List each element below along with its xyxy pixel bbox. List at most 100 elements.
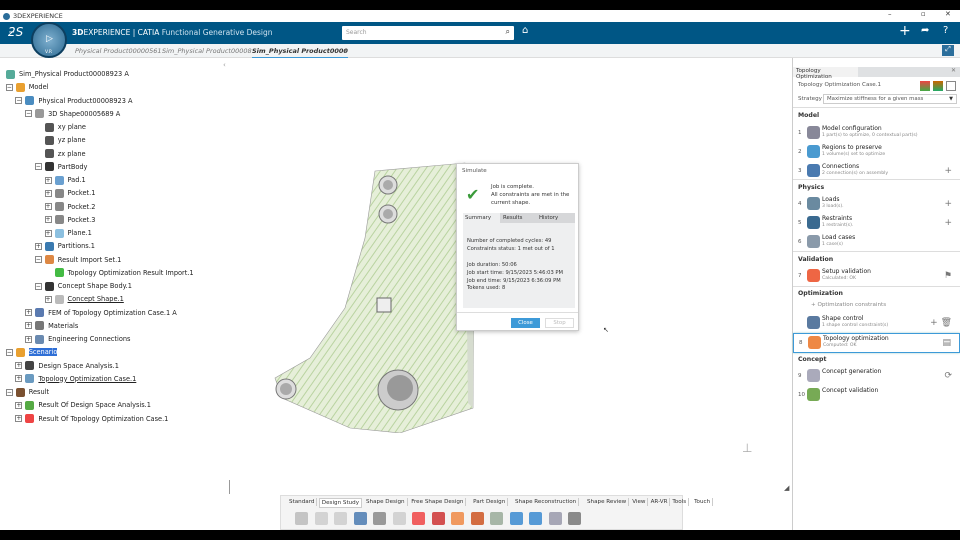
tree-node[interactable]: Concept Shape Body.1 <box>44 280 132 292</box>
workflow-step[interactable]: 1 Model configuration 1 part(s) to optim… <box>793 124 960 144</box>
workflow-step[interactable]: 2 Regions to preserve 1 volume(s) set to… <box>793 143 960 163</box>
close-panel-icon[interactable]: ✕ <box>951 67 956 74</box>
tree-node[interactable]: Sim_Physical Product00008923 A <box>6 68 129 80</box>
expand-icon[interactable]: + <box>44 189 52 197</box>
maximize-button[interactable]: ▫ <box>921 10 926 18</box>
toolbar-tab[interactable]: Shape Review <box>585 498 630 506</box>
toolbar-tab[interactable]: Touch <box>692 498 714 506</box>
add-optimization-constraints[interactable]: + Optimization constraints <box>811 302 886 308</box>
expand-icon[interactable]: + <box>44 176 52 184</box>
tree-node[interactable]: Engineering Connections <box>35 333 131 345</box>
workflow-step[interactable]: 6 Load cases 1 case(s) <box>793 233 960 253</box>
tab-results[interactable]: Results <box>503 215 522 221</box>
close-button[interactable]: Close <box>511 318 540 328</box>
workflow-step[interactable]: 10 Concept validation <box>793 386 960 406</box>
collapse-icon[interactable]: − <box>34 256 42 263</box>
workflow-step[interactable]: 8 Topology optimization Computed: OK ▤ <box>793 333 960 353</box>
step-action-icon[interactable]: + <box>944 218 952 228</box>
tree-node[interactable]: xy plane <box>44 121 86 133</box>
workflow-step[interactable]: Shape control 1 shape control constraint… <box>793 314 960 334</box>
search-icon[interactable]: ⌕ <box>506 27 510 37</box>
expand-icon[interactable]: + <box>15 375 23 383</box>
toolbar-tab[interactable]: Tools <box>670 498 690 506</box>
stop-button[interactable]: Stop <box>545 318 574 328</box>
toolbar-icon[interactable] <box>373 512 386 525</box>
toolbar-tab[interactable]: Free Shape Design <box>409 498 467 506</box>
new-tab-button[interactable]: + <box>343 47 348 55</box>
compass-axis-icon[interactable]: ⊥ <box>742 441 752 455</box>
step-action-icon[interactable]: + <box>944 199 952 209</box>
workflow-step[interactable]: 7 Setup validation Calculated: OK ⚑ <box>793 267 960 287</box>
tree-node[interactable]: yz plane <box>44 134 86 146</box>
expand-icon[interactable]: + <box>15 401 23 409</box>
toolbar-tab[interactable]: Design Study <box>318 498 363 508</box>
tree-node[interactable]: zx plane <box>44 148 86 160</box>
toolbar-icon[interactable] <box>568 512 581 525</box>
workflow-step[interactable]: 3 Connections 2 connection(s) on assembl… <box>793 162 960 182</box>
tree-node[interactable]: Result Of Design Space Analysis.1 <box>25 399 151 411</box>
close-window-button[interactable]: ✕ <box>945 10 951 18</box>
tree-node[interactable]: Pocket.3 <box>54 214 95 226</box>
toolbar-tab[interactable]: View <box>630 498 649 506</box>
tab-summary[interactable]: Summary <box>463 213 500 223</box>
share-icon[interactable]: ➦ <box>921 25 929 36</box>
toolbar-tab[interactable]: Part Design <box>471 498 509 506</box>
tag-icon[interactable]: ⌂ <box>522 25 528 36</box>
toolbar-icon[interactable] <box>353 512 367 525</box>
toolbar-tab[interactable]: AR-VR <box>649 498 671 506</box>
tab-sim-physical-product-1[interactable]: Sim_Physical Product00008 <box>162 47 252 55</box>
tree-node[interactable]: Model <box>15 81 49 93</box>
toolbar-tab[interactable]: Shape Reconstruction <box>513 498 580 506</box>
collapse-icon[interactable]: − <box>5 388 13 396</box>
tree-node[interactable]: Pocket.1 <box>54 187 95 199</box>
tab-history[interactable]: History <box>539 215 558 221</box>
search-input[interactable]: Search ⌕ <box>342 26 514 40</box>
tab-physical-product[interactable]: Physical Product00000561 <box>75 47 162 55</box>
tree-node[interactable]: 3D Shape00005689 A <box>35 108 120 120</box>
step-action-icon[interactable]: ▤ <box>942 338 951 348</box>
tree-node[interactable]: Design Space Analysis.1 <box>25 360 119 372</box>
tree-node[interactable]: Result <box>15 386 49 398</box>
collapse-icon[interactable]: − <box>5 348 13 356</box>
case-icon[interactable] <box>920 81 930 91</box>
strategy-dropdown[interactable]: Maximize stiffness for a given mass ▼ <box>823 94 957 104</box>
workflow-step[interactable]: 4 Loads 3 load(s). + <box>793 195 960 215</box>
tree-node[interactable]: Plane.1 <box>54 227 92 239</box>
tree-node[interactable]: Concept Shape.1 <box>54 293 124 305</box>
toolbar-icon[interactable] <box>314 512 328 525</box>
tree-node[interactable]: FEM of Topology Optimization Case.1 A <box>35 307 177 319</box>
toolbar-icon[interactable] <box>295 512 308 525</box>
toolbar-icon[interactable] <box>412 512 425 525</box>
expand-icon[interactable]: + <box>15 415 23 422</box>
toolbar-icon[interactable] <box>509 512 523 525</box>
toolbar-tab[interactable]: Shape Design <box>364 498 408 506</box>
tree-node[interactable]: Materials <box>35 320 78 332</box>
ds-logo[interactable]: ƻS <box>8 25 23 39</box>
toolbar-icon[interactable] <box>334 512 347 525</box>
collapse-icon[interactable]: − <box>15 97 23 104</box>
step-action-icon[interactable]: + <box>944 166 952 176</box>
expand-icon[interactable]: + <box>44 295 52 303</box>
3d-workspace[interactable]: Sim_Physical Product00008923 A Model − Phys… <box>0 58 792 530</box>
toolbar-icon[interactable] <box>470 512 484 525</box>
expand-icon[interactable]: + <box>25 322 33 330</box>
collapse-icon[interactable]: − <box>25 110 33 118</box>
workflow-step[interactable]: 9 Concept generation ⟳ <box>793 367 960 387</box>
collapse-tree-icon[interactable]: ‹ <box>223 61 226 69</box>
expand-icon[interactable]: + <box>15 362 23 369</box>
minimize-button[interactable]: – <box>888 10 892 18</box>
resize-handle[interactable]: ◢ <box>784 484 789 492</box>
workflow-step[interactable]: 5 Restraints 1 restraint(s). + <box>793 214 960 234</box>
tree-node[interactable]: Pad.1 <box>54 174 86 186</box>
part-model[interactable] <box>270 108 480 433</box>
panel-tab[interactable]: Topology Optimization <box>793 67 858 80</box>
expand-icon[interactable]: + <box>44 203 52 210</box>
tree-node[interactable]: Result Of Topology Optimization Case.1 <box>25 413 168 425</box>
case-icon-2[interactable] <box>933 81 943 91</box>
tree-node[interactable]: Pocket.2 <box>54 201 95 213</box>
toolbar-icon[interactable] <box>529 512 542 525</box>
toolbar-icon[interactable] <box>431 512 445 525</box>
step-action-icon[interactable]: + 🗑 <box>930 318 952 328</box>
toolbar-tab[interactable]: Standard <box>287 498 318 506</box>
add-icon[interactable]: + <box>899 23 911 39</box>
